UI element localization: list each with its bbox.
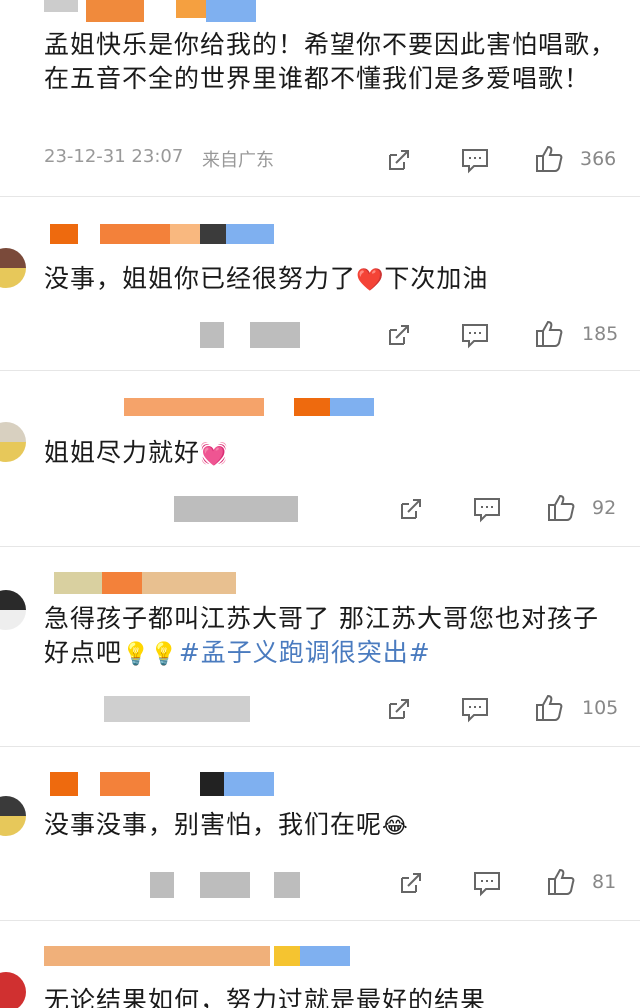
comment-feed: 孟姐快乐是你给我的！希望你不要因此害怕唱歌，在五音不全的世界里谁都不懂我们是多爱…: [0, 0, 640, 1008]
thumbs-up-icon[interactable]: [546, 866, 580, 896]
comment-icon[interactable]: [460, 694, 494, 724]
username-masked[interactable]: [44, 946, 364, 970]
avatar[interactable]: [0, 422, 26, 462]
share-icon[interactable]: [384, 694, 418, 724]
avatar[interactable]: [0, 590, 26, 630]
comment-text: 没事，姐姐你已经很努力了❤️下次加油: [44, 264, 489, 293]
lightbulb-emoji: 💡💡: [122, 642, 179, 667]
comment-icon[interactable]: [460, 145, 494, 175]
share-icon[interactable]: [396, 494, 430, 524]
thumbs-up-icon[interactable]: [534, 143, 568, 173]
laughing-emoji: 😂: [382, 814, 409, 839]
like-count: 185: [582, 323, 619, 345]
thumbs-up-icon[interactable]: [546, 492, 580, 522]
comment-text: 急得孩子都叫江苏大哥了 那江苏大哥您也对孩子好点吧💡💡#孟子义跑调很突出#: [44, 604, 599, 667]
username-masked[interactable]: [44, 224, 284, 248]
share-icon[interactable]: [384, 320, 418, 350]
comment-location: 来自广东: [202, 150, 274, 171]
share-icon[interactable]: [384, 145, 418, 175]
comment-icon[interactable]: [460, 320, 494, 350]
thumbs-up-icon[interactable]: [534, 318, 568, 348]
share-icon[interactable]: [396, 868, 430, 898]
username-masked[interactable]: [44, 772, 284, 796]
like-count: 81: [592, 871, 617, 893]
username-masked[interactable]: [44, 572, 284, 596]
comment-text: 孟姐快乐是你给我的！希望你不要因此害怕唱歌，在五音不全的世界里谁都不懂我们是多爱…: [44, 30, 617, 93]
username-masked[interactable]: [44, 0, 284, 24]
like-count: 105: [582, 697, 619, 719]
comment-meta-masked: [44, 872, 624, 902]
like-count: 92: [592, 497, 617, 519]
avatar[interactable]: [0, 796, 26, 836]
username-masked[interactable]: [44, 398, 384, 422]
comment-icon[interactable]: [472, 868, 506, 898]
comment-date: 23-12-31 23:07: [44, 146, 184, 167]
thumbs-up-icon[interactable]: [534, 692, 568, 722]
avatar[interactable]: [0, 972, 26, 1008]
avatar[interactable]: [0, 248, 26, 288]
comment-text: 没事没事，别害怕，我们在呢😂: [44, 810, 409, 839]
heart-emoji: ❤️: [356, 268, 385, 293]
hashtag-link[interactable]: #孟子义跑调很突出#: [179, 638, 431, 667]
heart-emoji: 💓: [200, 442, 229, 467]
comment-meta-masked: [44, 496, 624, 526]
comment-text: 无论结果如何，努力过就是最好的结果: [44, 986, 487, 1008]
comment-icon[interactable]: [472, 494, 506, 524]
like-count: 366: [580, 148, 617, 170]
comment-text: 姐姐尽力就好💓: [44, 438, 229, 467]
